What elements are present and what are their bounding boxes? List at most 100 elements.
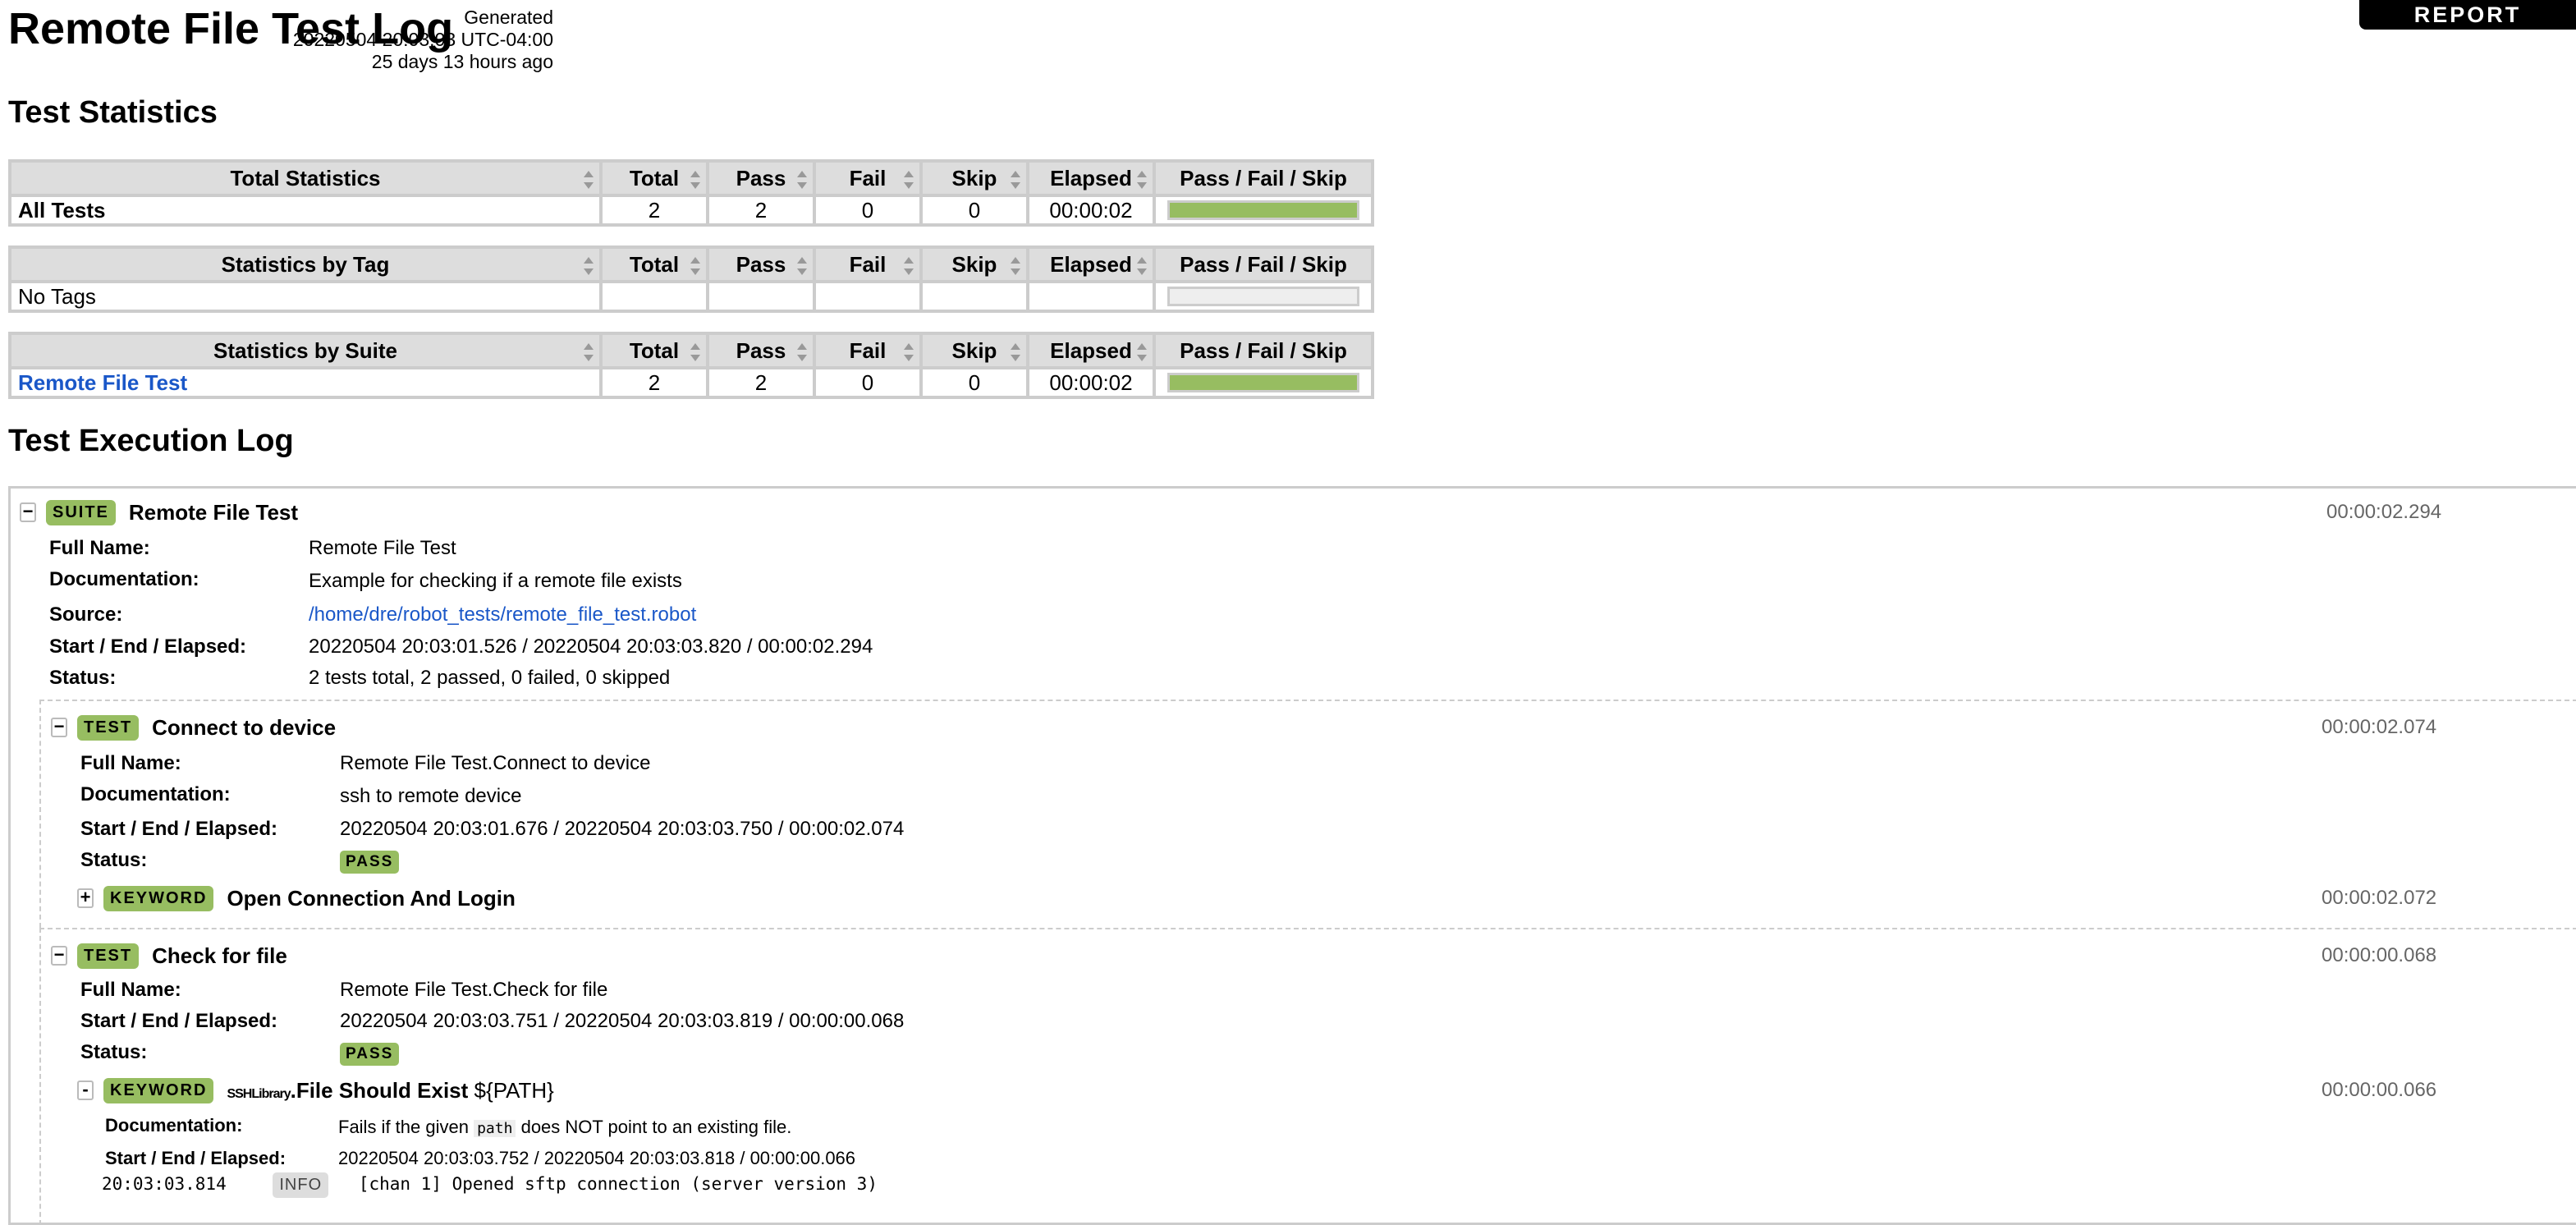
column-header-graph: Pass / Fail / Skip	[1153, 159, 1374, 197]
column-header-name[interactable]: Statistics by Suite	[8, 332, 603, 369]
source-link[interactable]: /home/dre/robot_tests/remote_file_test.r…	[309, 603, 696, 626]
keyword-name: Open Connection And Login	[227, 885, 516, 911]
sort-icon	[690, 343, 701, 361]
column-header-skip[interactable]: Skip	[919, 245, 1029, 283]
suite-name: Remote File Test	[128, 499, 299, 525]
row-total	[599, 280, 709, 313]
row-elapsed: 00:00:02	[1026, 366, 1156, 399]
test-label: TEST	[77, 714, 140, 741]
keyword-metadata: Documentation: Fails if the given path d…	[105, 1115, 1090, 1181]
keyword-args: ${PATH}	[474, 1077, 554, 1103]
column-header-elapsed[interactable]: Elapsed	[1026, 245, 1156, 283]
row-pass	[706, 280, 816, 313]
message-level-badge: INFO	[273, 1172, 329, 1198]
row-graph	[1153, 194, 1374, 227]
keyword-header[interactable]: + KEYWORD Open Connection And Login	[77, 882, 516, 915]
generated-label: Generated	[464, 7, 553, 28]
documentation-label: Documentation:	[49, 568, 199, 590]
test-label: TEST	[77, 943, 140, 969]
pass-badge: PASS	[340, 851, 400, 874]
test-name: Check for file	[152, 943, 287, 968]
sort-icon	[903, 257, 914, 275]
status-label: Status:	[80, 849, 148, 871]
times-label: Start / End / Elapsed:	[105, 1148, 286, 1168]
table-header-row: Statistics by Suite Total Pass Fail Skip…	[8, 332, 1374, 369]
keyword-elapsed: 00:00:02.072	[2322, 887, 2437, 909]
test-header[interactable]: − TEST Check for file	[51, 939, 287, 972]
column-header-elapsed[interactable]: Elapsed	[1026, 332, 1156, 369]
keyword-label: KEYWORD	[103, 885, 214, 911]
total-statistics-table: Total Statistics Total Pass Fail Skip El…	[8, 159, 1374, 227]
column-header-fail[interactable]: Fail	[813, 159, 923, 197]
collapse-toggle[interactable]: −	[51, 718, 67, 737]
collapse-toggle[interactable]: −	[20, 502, 36, 522]
pass-fail-skip-bar	[1167, 200, 1359, 220]
sort-icon	[796, 171, 808, 189]
times-value: 20220504 20:03:01.676 / 20220504 20:03:0…	[340, 818, 905, 840]
column-header-total[interactable]: Total	[599, 245, 709, 283]
times-value: 20220504 20:03:03.751 / 20220504 20:03:0…	[340, 1010, 905, 1032]
log-message: 20:03:03.814 INFO [chan 1] Opened sftp c…	[102, 1172, 878, 1198]
sort-icon	[690, 171, 701, 189]
column-header-skip[interactable]: Skip	[919, 159, 1029, 197]
times-label: Start / End / Elapsed:	[80, 818, 278, 840]
column-header-pass[interactable]: Pass	[706, 159, 816, 197]
column-header-skip[interactable]: Skip	[919, 332, 1029, 369]
column-header-name[interactable]: Total Statistics	[8, 159, 603, 197]
column-header-elapsed[interactable]: Elapsed	[1026, 159, 1156, 197]
status-value: PASS	[340, 849, 400, 874]
suite-stat-link[interactable]: Remote File Test	[18, 370, 187, 395]
suite-label: SUITE	[46, 499, 116, 525]
column-header-total[interactable]: Total	[599, 332, 709, 369]
row-fail: 0	[813, 194, 923, 227]
sort-icon	[583, 171, 594, 189]
times-value: 20220504 20:03:03.752 / 20220504 20:03:0…	[338, 1148, 856, 1168]
pass-badge: PASS	[340, 1043, 400, 1066]
pass-fail-skip-bar	[1167, 373, 1359, 392]
column-header-fail[interactable]: Fail	[813, 245, 923, 283]
column-header-name[interactable]: Statistics by Tag	[8, 245, 603, 283]
keyword-header[interactable]: - KEYWORD SSHLibrary.File Should Exist $…	[77, 1074, 554, 1107]
collapse-toggle[interactable]: -	[77, 1080, 94, 1100]
row-name: All Tests	[8, 194, 603, 227]
expand-toggle[interactable]: +	[77, 888, 94, 908]
suite-metadata: Full Name: Remote File Test Documentatio…	[49, 537, 1034, 693]
sort-icon	[1136, 257, 1148, 275]
column-header-pass[interactable]: Pass	[706, 332, 816, 369]
row-total: 2	[599, 366, 709, 399]
message-text: [chan 1] Opened sftp connection (server …	[358, 1174, 878, 1194]
keyword-name: SSHLibrary.File Should Exist ${PATH}	[227, 1077, 554, 1103]
statistics-heading: Test Statistics	[8, 95, 218, 130]
test-elapsed: 00:00:00.068	[2322, 944, 2437, 966]
row-pass: 2	[706, 194, 816, 227]
suite-statistics-table: Statistics by Suite Total Pass Fail Skip…	[8, 332, 1374, 399]
column-header-fail[interactable]: Fail	[813, 332, 923, 369]
sort-icon	[903, 343, 914, 361]
column-header-pass[interactable]: Pass	[706, 245, 816, 283]
pass-fail-skip-bar	[1167, 287, 1359, 306]
pass-bar-fill	[1170, 375, 1357, 390]
sort-icon	[1010, 257, 1021, 275]
suite-header[interactable]: − SUITE Remote File Test	[20, 496, 298, 529]
row-graph	[1153, 280, 1374, 313]
documentation-value: ssh to remote device	[340, 785, 522, 807]
keyword-elapsed: 00:00:00.066	[2322, 1079, 2437, 1101]
row-elapsed	[1026, 280, 1156, 313]
collapse-toggle[interactable]: −	[51, 946, 67, 966]
row-skip: 0	[919, 194, 1029, 227]
status-label: Status:	[49, 667, 117, 689]
row-pass: 2	[706, 366, 816, 399]
test-header[interactable]: − TEST Connect to device	[51, 711, 336, 744]
sort-icon	[796, 343, 808, 361]
sort-icon	[583, 257, 594, 275]
documentation-value: Example for checking if a remote file ex…	[309, 570, 682, 592]
full-name-value: Remote File Test.Check for file	[340, 979, 608, 1001]
message-timestamp: 20:03:03.814	[102, 1174, 227, 1194]
column-header-total[interactable]: Total	[599, 159, 709, 197]
execution-log-heading: Test Execution Log	[8, 424, 294, 458]
report-link[interactable]: REPORT	[2359, 0, 2576, 30]
suite-elapsed: 00:00:02.294	[2326, 501, 2442, 523]
row-skip	[919, 280, 1029, 313]
sort-icon	[690, 257, 701, 275]
inline-code: path	[474, 1120, 516, 1137]
